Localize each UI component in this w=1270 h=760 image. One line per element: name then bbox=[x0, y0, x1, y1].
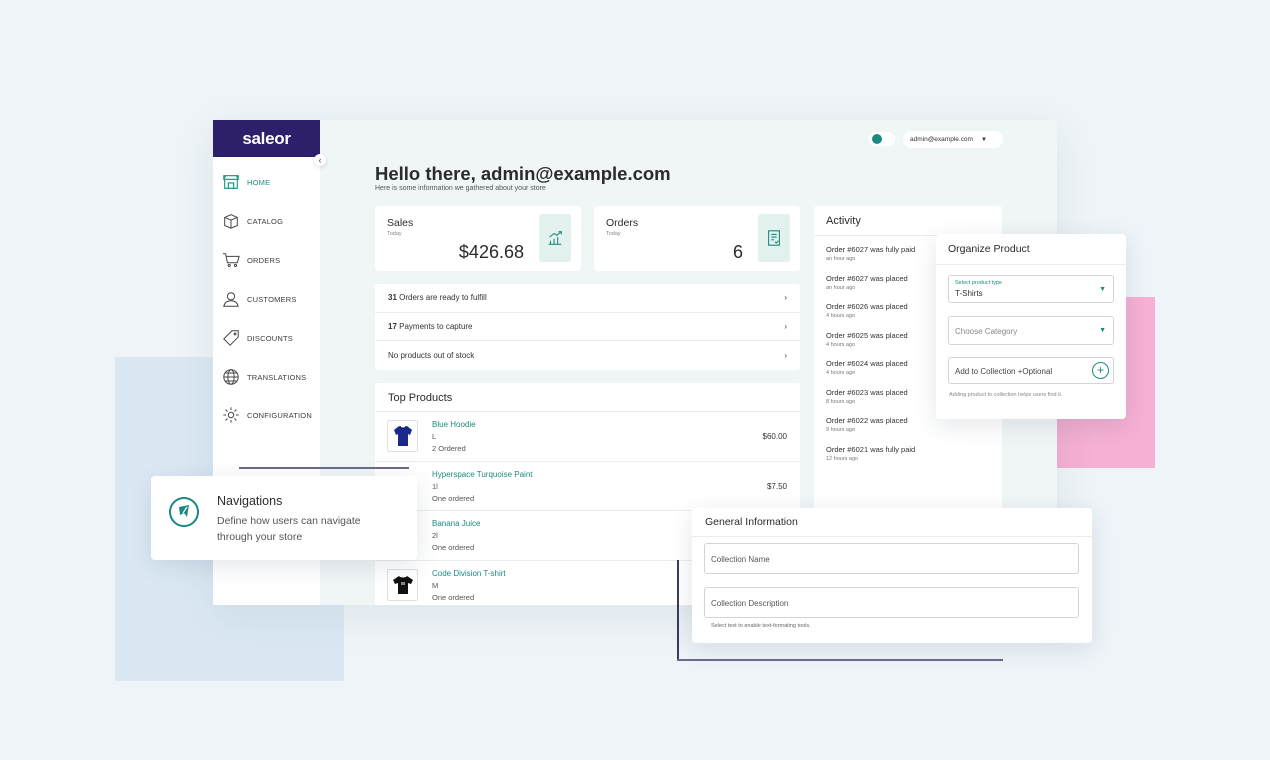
product-variant: L bbox=[432, 432, 437, 441]
product-type-select[interactable]: Select product type T-Shirts ▼ bbox=[948, 275, 1114, 303]
sidebar-item-label: CATALOG bbox=[247, 216, 284, 226]
helper-text: Select text to enable text-formating too… bbox=[711, 623, 811, 629]
logo[interactable]: saleor bbox=[213, 120, 320, 157]
field-placeholder: Choose Category bbox=[955, 327, 1018, 336]
product-thumbnail bbox=[387, 420, 418, 452]
gear-icon bbox=[223, 407, 239, 423]
product-ordered: One ordered bbox=[432, 493, 475, 503]
sidebar-item-orders[interactable]: ORDERS bbox=[222, 251, 280, 269]
helper-text: Adding product to collection helps users… bbox=[949, 392, 1063, 398]
field-placeholder: Collection Name bbox=[711, 555, 770, 564]
field-placeholder: Add to Collection +Optional bbox=[955, 367, 1053, 376]
general-info-title: General Information bbox=[692, 508, 1092, 537]
product-variant: 1l bbox=[432, 481, 438, 491]
navigation-icon bbox=[169, 497, 199, 527]
sidebar-item-label: CONFIGURATION bbox=[247, 410, 312, 420]
product-variant: 2l bbox=[432, 531, 438, 540]
connector-line bbox=[677, 560, 679, 661]
sidebar-item-label: HOME bbox=[247, 177, 271, 187]
product-thumbnail bbox=[387, 568, 418, 601]
field-placeholder: Collection Description bbox=[711, 599, 789, 608]
add-circle-icon[interactable]: + bbox=[1092, 362, 1109, 379]
sales-card: Sales Today $426.68 bbox=[375, 206, 581, 271]
connector-line bbox=[677, 659, 1003, 661]
sidebar-item-discounts[interactable]: DISCOUNTS bbox=[222, 329, 293, 347]
notification-text: 17 Payments to capture bbox=[388, 321, 473, 331]
top-products-title: Top Products bbox=[388, 392, 453, 404]
product-price: $60.00 bbox=[762, 432, 787, 441]
sidebar-item-catalog[interactable]: CATALOG bbox=[222, 212, 283, 230]
sidebar-item-label: TRANSLATIONS bbox=[247, 372, 307, 382]
field-value: T-Shirts bbox=[955, 289, 983, 298]
sidebar-item-label: CUSTOMERS bbox=[247, 294, 297, 304]
sidebar-collapse-button[interactable]: ‹ bbox=[314, 154, 326, 166]
chevron-right-icon: › bbox=[784, 321, 787, 331]
orders-value: 6 bbox=[732, 242, 743, 262]
collection-description-input[interactable]: Collection Description bbox=[704, 587, 1079, 618]
chevron-down-icon: ▼ bbox=[1099, 327, 1106, 334]
sidebar-item-home[interactable]: HOME bbox=[222, 173, 270, 191]
page-title: Hello there, admin@example.com bbox=[375, 163, 671, 184]
list-item: Order #6021 was fully paid 12 hours ago bbox=[826, 444, 916, 462]
tag-icon bbox=[223, 330, 239, 346]
product-ordered: One ordered bbox=[432, 592, 475, 602]
user-email: admin@example.com bbox=[910, 136, 973, 143]
chevron-left-icon: ‹ bbox=[318, 155, 322, 165]
organize-product-title: Organize Product bbox=[936, 234, 1126, 265]
activity-title: Activity bbox=[814, 206, 1002, 236]
page-subtitle: Here is some information we gathered abo… bbox=[375, 185, 546, 192]
table-row[interactable]: Hyperspace Turquoise Paint 1l One ordere… bbox=[375, 460, 800, 511]
table-row[interactable]: Blue Hoodie L 2 Ordered $60.00 bbox=[375, 411, 800, 461]
sidebar-item-configuration[interactable]: CONFIGURATION bbox=[222, 406, 312, 424]
navigations-tooltip: Navigations Define how users can navigat… bbox=[151, 476, 417, 560]
user-menu[interactable]: admin@example.com ▼ bbox=[903, 131, 1003, 148]
payments-to-capture-row[interactable]: 17 Payments to capture › bbox=[375, 313, 800, 341]
sidebar-item-customers[interactable]: CUSTOMERS bbox=[222, 290, 297, 308]
chevron-down-icon: ▼ bbox=[1099, 286, 1106, 293]
product-ordered: One ordered bbox=[432, 543, 475, 552]
store-icon bbox=[223, 175, 239, 189]
product-name[interactable]: Banana Juice bbox=[432, 519, 480, 528]
chevron-right-icon: › bbox=[784, 293, 787, 303]
box-icon bbox=[224, 214, 238, 229]
collection-name-input[interactable]: Collection Name bbox=[704, 543, 1079, 574]
product-name[interactable]: Code Division T-shirt bbox=[432, 569, 506, 578]
product-price: $7.50 bbox=[766, 481, 787, 491]
toggle-knob bbox=[872, 134, 882, 144]
product-variant: M bbox=[432, 580, 439, 590]
collection-field[interactable]: Add to Collection +Optional + bbox=[948, 357, 1114, 384]
chart-icon bbox=[539, 214, 571, 262]
tooltip-title: Navigations bbox=[217, 494, 283, 508]
theme-toggle[interactable] bbox=[869, 132, 895, 146]
sidebar-item-translations[interactable]: TRANSLATIONS bbox=[222, 368, 306, 386]
organize-product-card: Organize Product Select product type T-S… bbox=[936, 234, 1126, 419]
category-select[interactable]: Choose Category ▼ bbox=[948, 316, 1114, 345]
chevron-down-icon: ▼ bbox=[980, 136, 987, 143]
product-name[interactable]: Blue Hoodie bbox=[432, 420, 476, 429]
orders-card: Orders Today 6 bbox=[594, 206, 800, 271]
globe-icon bbox=[223, 369, 239, 385]
notification-text: 31 Orders are ready to fulfill bbox=[388, 293, 487, 303]
out-of-stock-row[interactable]: No products out of stock › bbox=[375, 341, 800, 370]
orders-to-fulfill-row[interactable]: 31 Orders are ready to fulfill › bbox=[375, 284, 800, 313]
sidebar-item-label: DISCOUNTS bbox=[247, 333, 293, 343]
general-information-card: General Information Collection Name Coll… bbox=[692, 508, 1092, 643]
receipt-icon bbox=[758, 214, 790, 262]
cart-icon bbox=[222, 253, 240, 267]
logo-text: saleor bbox=[242, 128, 291, 148]
user-icon bbox=[223, 292, 239, 307]
product-name[interactable]: Hyperspace Turquoise Paint bbox=[432, 470, 533, 479]
connector-line bbox=[239, 467, 409, 469]
field-label: Select product type bbox=[955, 280, 1003, 286]
sidebar-item-label: ORDERS bbox=[247, 255, 281, 265]
sales-value: $426.68 bbox=[458, 242, 524, 262]
tooltip-description: Define how users can navigate through yo… bbox=[217, 515, 361, 543]
notifications-card: 31 Orders are ready to fulfill › 17 Paym… bbox=[375, 284, 800, 370]
product-ordered: 2 Ordered bbox=[432, 444, 466, 453]
chevron-right-icon: › bbox=[784, 350, 787, 360]
notification-text: No products out of stock bbox=[388, 350, 475, 360]
